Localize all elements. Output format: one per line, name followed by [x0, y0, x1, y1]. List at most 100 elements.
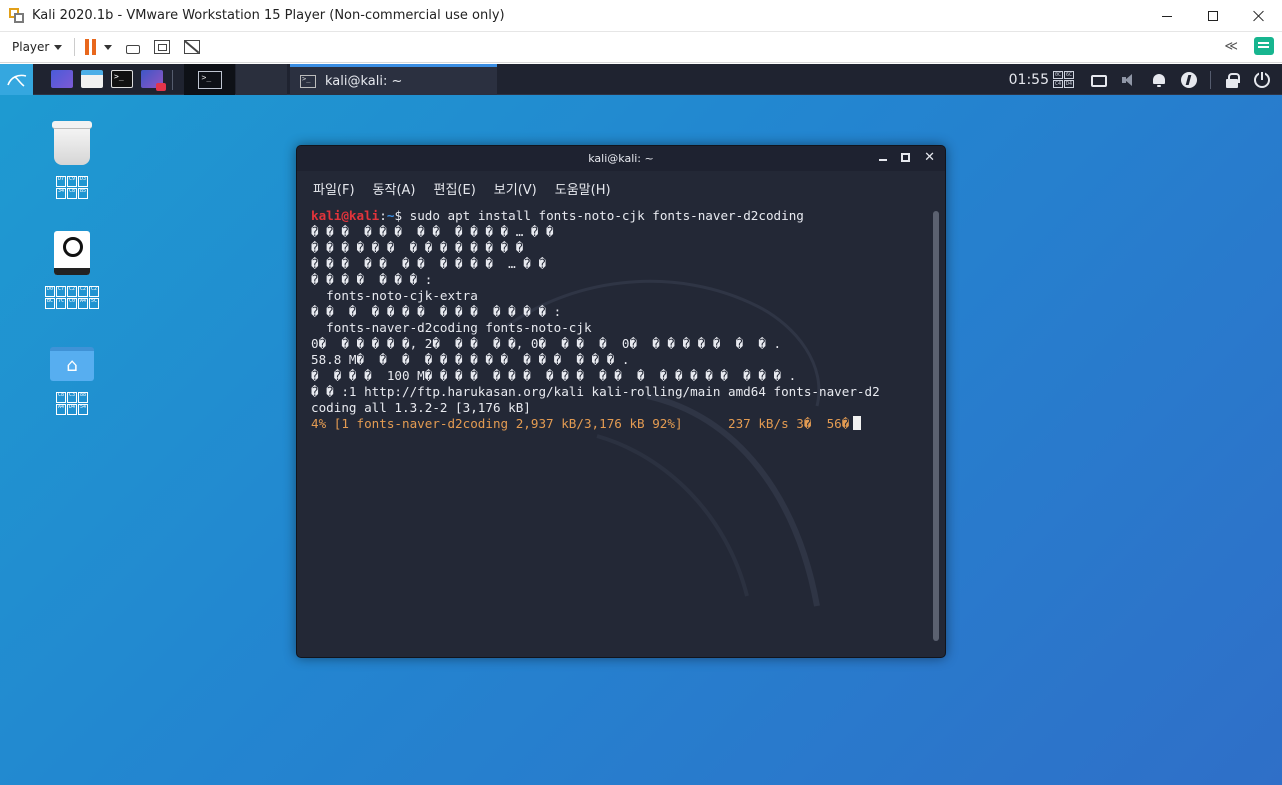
terminal-window-controls: ✕: [879, 151, 935, 164]
terminal-maximize-icon[interactable]: [901, 153, 911, 162]
toolbar-right: ≪: [1224, 37, 1274, 55]
panel-clock[interactable]: 01:55: [1009, 72, 1049, 88]
prompt-dollar: $: [394, 208, 410, 223]
menu-view[interactable]: 보기(V): [494, 179, 537, 198]
output-line: � � � � 100 M� � � � � � � � � � � � � �…: [311, 368, 797, 383]
terminal-title: kali@kali: ~: [588, 152, 654, 165]
workspace-1[interactable]: [184, 64, 235, 95]
player-menu-button[interactable]: Player: [12, 40, 63, 54]
tofu-glyph: C8: [67, 188, 77, 199]
workspace-2[interactable]: [236, 64, 287, 95]
volume-icon[interactable]: [1121, 72, 1137, 88]
terminal-close-icon[interactable]: ✕: [924, 151, 935, 164]
fit-guest-icon[interactable]: [154, 40, 171, 54]
lock-icon[interactable]: [1224, 72, 1240, 88]
bell-icon[interactable]: [1151, 72, 1167, 88]
close-icon: [1253, 10, 1265, 22]
tofu-glyph: C2: [67, 286, 77, 297]
display-icon[interactable]: [1091, 74, 1107, 87]
menu-file[interactable]: 파일(F): [313, 179, 355, 198]
prompt-line: kali@kali:~$ sudo apt install fonts-noto…: [311, 208, 921, 224]
menu-edit[interactable]: 편집(E): [434, 179, 476, 198]
taskbar-item-label: kali@kali: ~: [325, 73, 403, 89]
launcher-screenshot-icon[interactable]: [141, 70, 166, 91]
output-line: 58.8 M� � � � � � � � � � � � � � � .: [311, 352, 630, 367]
prompt-colon: :: [379, 208, 387, 223]
output-line: fonts-naver-d2coding fonts-noto-cjk: [311, 320, 592, 335]
launcher-workspace-icon[interactable]: [51, 70, 73, 88]
system-tray: 01:55 0C 6C C4 D4: [1009, 64, 1282, 95]
tofu-glyph: C3: [67, 392, 77, 403]
kali-menu-button[interactable]: [0, 64, 33, 95]
launcher-file-manager-icon[interactable]: [81, 70, 103, 88]
desktop-icon-filesystem[interactable]: D0 C7 C2 C2 C2 BC 7C C0 A4 5C: [27, 231, 117, 309]
maximize-button[interactable]: [1190, 0, 1236, 32]
tofu-glyph: D3: [78, 176, 88, 187]
tray-divider: [1210, 70, 1211, 89]
tofu-glyph: 34: [56, 188, 66, 199]
output-line: � � :1 http://ftp.harukasan.org/kali kal…: [311, 384, 880, 399]
terminal-titlebar[interactable]: kali@kali: ~ ✕: [297, 146, 945, 171]
desktop-icon-trash[interactable]: D7 C9 D3 34 C8 B5: [27, 121, 117, 199]
launcher-terminal-icon[interactable]: [111, 70, 133, 88]
tofu-glyph: 88: [78, 392, 88, 403]
send-ctrl-alt-del-icon[interactable]: [126, 44, 141, 54]
output-line: � � � � � � � � � � � � � � :: [311, 304, 562, 319]
tofu-glyph: B5: [78, 188, 88, 199]
collapse-toolbar-button[interactable]: ≪: [1224, 39, 1238, 54]
pause-dropdown-chevron-icon[interactable]: [104, 44, 113, 50]
tofu-glyph: C7: [56, 286, 66, 297]
host-window-title: Kali 2020.1b - VMware Workstation 15 Pla…: [32, 8, 505, 23]
output-line: � � � � � � � � � � � � � �: [311, 240, 524, 255]
unity-icon[interactable]: [184, 40, 201, 54]
tofu-glyph: 6C: [1064, 71, 1074, 79]
logout-icon[interactable]: [1254, 71, 1270, 88]
tofu-glyph: C2: [78, 286, 88, 297]
output-line: � � � � � � � � � � � … � �: [311, 256, 547, 271]
output-line: � � � � � � � :: [311, 272, 433, 287]
desktop-icon-label: D7 C9 D3 34 C8 B5: [56, 176, 88, 199]
tofu-glyph: 0C: [1053, 71, 1063, 79]
tofu-glyph: D0: [45, 286, 55, 297]
pause-icon[interactable]: [85, 39, 97, 55]
tofu-glyph: BC: [45, 298, 55, 309]
tofu-glyph: 5C: [89, 298, 99, 309]
tofu-glyph: C0: [67, 298, 77, 309]
maximize-icon: [1208, 11, 1218, 21]
menu-help[interactable]: 도움말(H): [555, 179, 611, 198]
desktop-icon-label: C8 C3 88 A4 D4 54: [56, 392, 88, 415]
desktop-icon-home[interactable]: C8 C3 88 A4 D4 54: [27, 347, 117, 415]
guest-desktop[interactable]: kali@kali: ~ 01:55 0C 6C C4 D4 D7 C9 D3: [0, 64, 1282, 785]
close-button[interactable]: [1236, 0, 1282, 32]
output-line: fonts-noto-cjk-extra: [311, 288, 478, 303]
host-titlebar: Kali 2020.1b - VMware Workstation 15 Pla…: [0, 0, 1282, 32]
terminal-scrollbar[interactable]: [933, 211, 939, 641]
toolbar-divider: [74, 38, 76, 56]
window-controls: [1144, 0, 1282, 32]
power-icon[interactable]: [1181, 71, 1197, 88]
trash-icon: [52, 121, 92, 165]
taskbar-item-terminal[interactable]: kali@kali: ~: [290, 64, 497, 95]
minimize-button[interactable]: [1144, 0, 1190, 32]
clock-date-glyphs: 0C 6C C4 D4: [1053, 71, 1074, 88]
tofu-glyph: C9: [67, 176, 77, 187]
notes-icon[interactable]: [1254, 37, 1274, 55]
vmware-logo-icon: [9, 7, 25, 24]
desktop-icon-label: D0 C7 C2 C2 C2 BC 7C C0 A4 5C: [45, 286, 99, 309]
output-line: 0� � � � � �, 2� � � � �, 0� � � � 0� � …: [311, 336, 782, 351]
home-folder-icon: [50, 347, 94, 381]
xfce-panel: kali@kali: ~ 01:55 0C 6C C4 D4: [0, 64, 1282, 95]
terminal-window[interactable]: kali@kali: ~ ✕ 파일(F) 동작(A) 편집(E) 보기(V) 도…: [296, 145, 946, 658]
tofu-glyph: D4: [1064, 80, 1074, 88]
tofu-glyph: C8: [56, 392, 66, 403]
tofu-glyph: D7: [56, 176, 66, 187]
chevron-down-icon: [54, 44, 63, 50]
prompt-user: kali@kali: [311, 208, 380, 223]
panel-divider: [172, 70, 173, 90]
terminal-minimize-icon[interactable]: [879, 158, 888, 161]
menu-actions[interactable]: 동작(A): [373, 179, 416, 198]
tofu-glyph: C2: [89, 286, 99, 297]
terminal-output[interactable]: kali@kali:~$ sudo apt install fonts-noto…: [311, 208, 921, 648]
player-menu-label: Player: [12, 40, 50, 54]
output-line: coding all 1.3.2-2 [3,176 kB]: [311, 400, 531, 415]
